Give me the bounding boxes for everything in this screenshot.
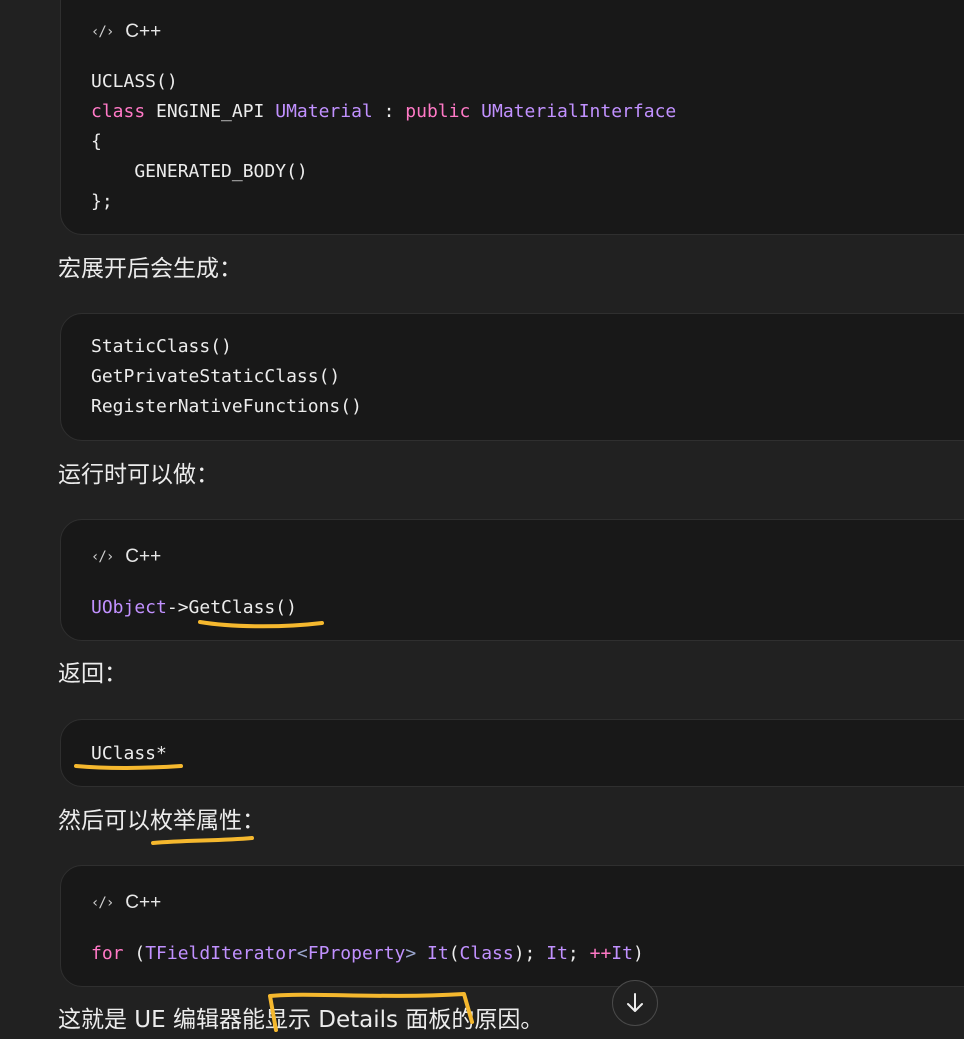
code-line: GENERATED_BODY()	[91, 161, 308, 182]
paragraph: 宏展开后会生成：	[58, 256, 242, 282]
arrow-down-icon	[627, 993, 643, 1012]
code-line: UObject->GetClass()	[91, 597, 297, 618]
code-lang-header: ‹/› C++	[91, 892, 161, 914]
code-line: GetPrivateStaticClass()	[91, 366, 341, 387]
code-icon: ‹/›	[91, 24, 114, 40]
paragraph: 这就是 UE 编辑器能显示 Details 面板的原因。	[58, 1007, 544, 1033]
code-line: RegisterNativeFunctions()	[91, 396, 362, 417]
code-line: {	[91, 131, 102, 152]
code-line: UClass*	[91, 743, 167, 764]
code-line: StaticClass()	[91, 336, 232, 357]
underline-mark	[151, 836, 254, 845]
paragraph: 返回：	[58, 661, 127, 687]
code-lang-label: C++	[125, 546, 162, 567]
code-line: };	[91, 191, 113, 212]
code-lang-header: ‹/› C++	[91, 21, 161, 43]
paragraph: 运行时可以做：	[58, 462, 219, 488]
code-block-4: UClass*	[60, 719, 964, 787]
code-icon: ‹/›	[91, 549, 114, 565]
code-block-2: StaticClass() GetPrivateStaticClass() Re…	[60, 313, 964, 441]
code-block-5: ‹/› C++ for (TFieldIterator<FProperty> I…	[60, 865, 964, 987]
code-line: UCLASS()	[91, 71, 178, 92]
code-lang-header: ‹/› C++	[91, 546, 161, 568]
code-lang-label: C++	[125, 892, 162, 913]
paragraph: 然后可以枚举属性：	[58, 808, 265, 834]
code-block-1: ‹/› C++ UCLASS() class ENGINE_API UMater…	[60, 0, 964, 235]
code-icon: ‹/›	[91, 895, 114, 911]
code-block-3: ‹/› C++ UObject->GetClass()	[60, 519, 964, 641]
code-line: for (TFieldIterator<FProperty> It(Class)…	[91, 943, 644, 964]
code-line: class ENGINE_API UMaterial : public UMat…	[91, 101, 677, 122]
scroll-to-bottom-button[interactable]	[612, 980, 658, 1026]
code-lang-label: C++	[125, 21, 162, 42]
